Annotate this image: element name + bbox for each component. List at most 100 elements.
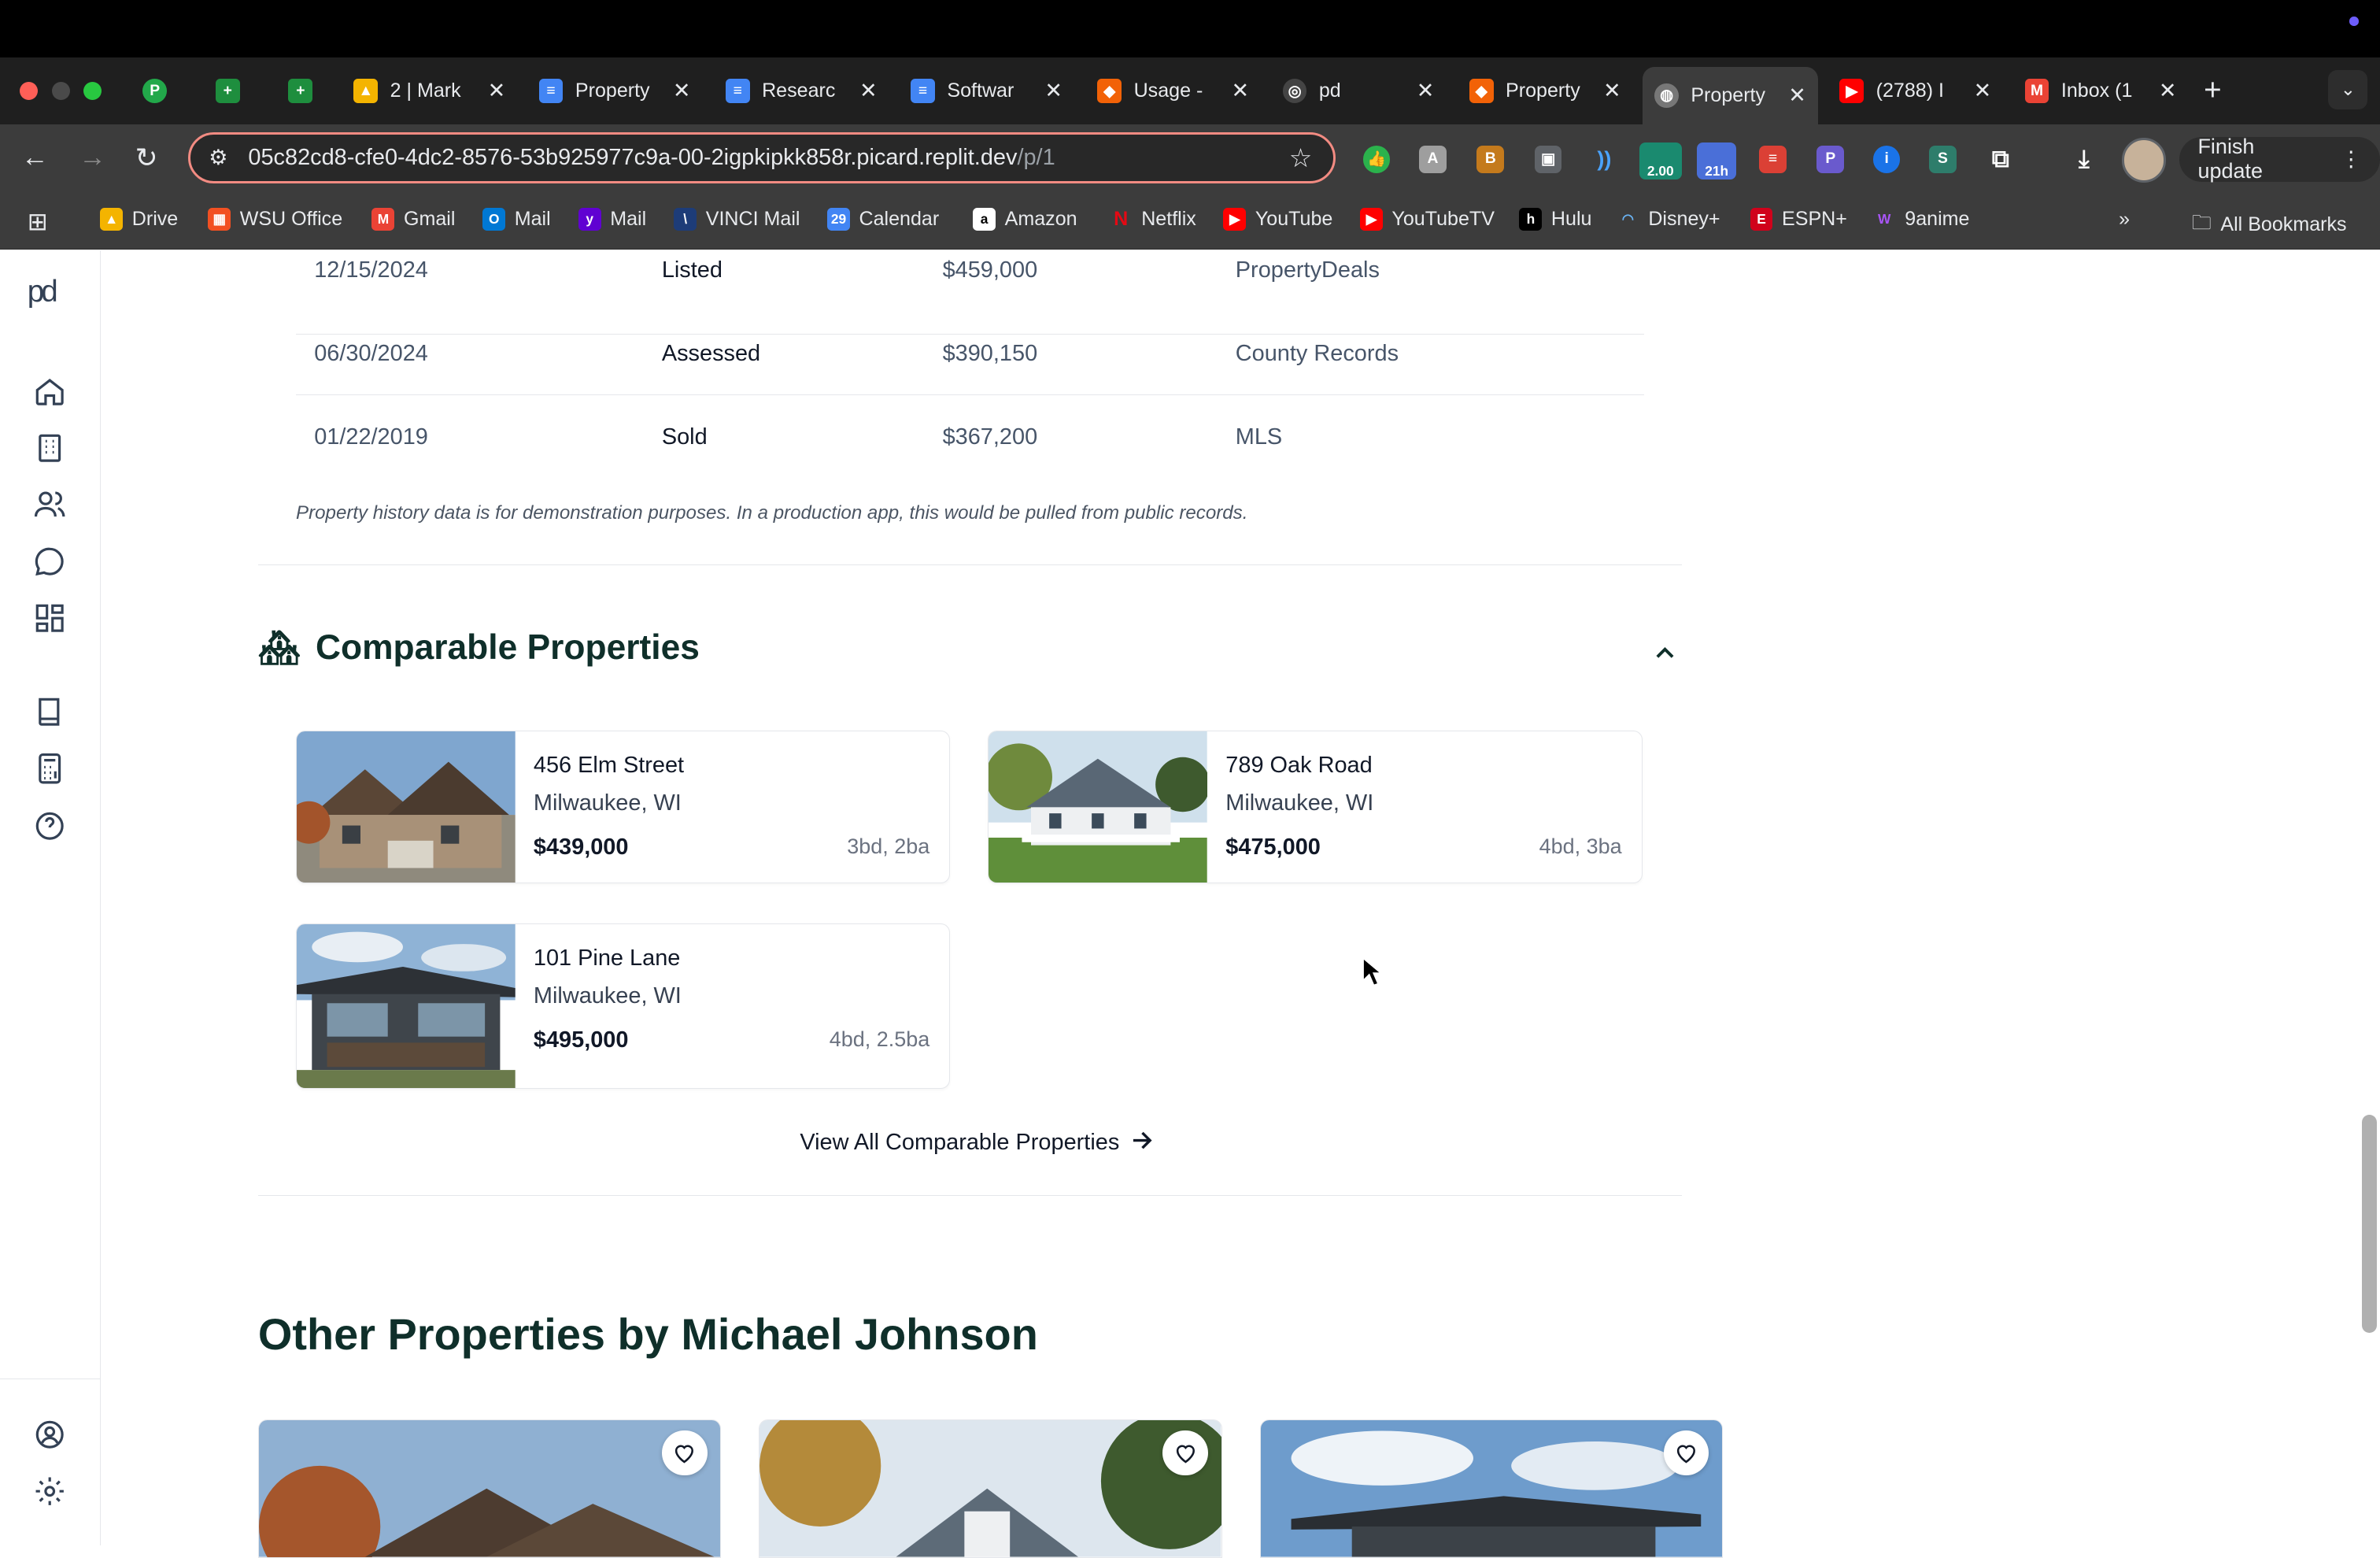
bookmark-star-icon[interactable]: ☆ [1289, 143, 1312, 173]
users-icon[interactable] [33, 487, 66, 520]
apps-grid-icon[interactable]: ⊞ [28, 208, 48, 236]
close-tab-icon[interactable]: ✕ [488, 79, 506, 103]
drive-icon: ▲ [353, 79, 379, 104]
home-icon[interactable] [33, 375, 66, 408]
comparable-card[interactable]: 456 Elm Street Milwaukee, WI $439,000 3b… [296, 730, 951, 884]
building-icon[interactable] [33, 431, 66, 464]
close-tab-icon[interactable]: ✕ [1603, 79, 1621, 103]
forward-icon[interactable]: → [79, 142, 106, 173]
tab-search-icon[interactable]: ⌄ [2328, 69, 2368, 109]
browser-tab[interactable]: ◎ pd ✕ [1270, 70, 1447, 113]
bookmark-item[interactable]: \ VINCI Mail [674, 208, 800, 231]
browser-tab[interactable]: ◆ Usage - ✕ [1085, 70, 1262, 113]
collapse-chevron-icon[interactable] [1654, 641, 1676, 665]
bookmark-item[interactable]: 29 Calendar [827, 208, 939, 231]
browser-tab[interactable]: ▲ 2 | Mark ✕ [342, 70, 518, 113]
site-info-icon[interactable]: ⚙ [209, 146, 239, 170]
extension-screens-icon[interactable]: ▣ [1534, 146, 1562, 173]
close-tab-icon[interactable]: ✕ [673, 79, 691, 103]
yahoo-icon: y [578, 208, 601, 231]
download-icon[interactable]: ⤓ [2070, 145, 2097, 173]
bookmark-item[interactable]: M Gmail [371, 208, 455, 231]
todoist-icon[interactable]: ≡ [1759, 146, 1787, 173]
bookmark-item[interactable]: h Hulu [1519, 208, 1591, 231]
browser-tab[interactable]: ≡ Property ✕ [527, 70, 703, 113]
bookmark-item[interactable]: E ESPN+ [1750, 208, 1847, 231]
finish-update-button[interactable]: Finish update ⋮ [2179, 135, 2380, 183]
book-icon[interactable] [33, 695, 66, 728]
bookmark-item[interactable]: y Mail [578, 208, 646, 231]
close-tab-icon[interactable]: ✕ [2159, 79, 2177, 103]
extension-icon[interactable]: P [1816, 146, 1845, 173]
browser-tab[interactable]: P [131, 70, 191, 113]
extension-wave-icon[interactable]: )) [1591, 146, 1618, 173]
close-tab-icon[interactable]: ✕ [1788, 83, 1806, 108]
browser-tab[interactable]: ▶ (2788) I ✕ [1828, 70, 2004, 113]
comparable-card[interactable]: 101 Pine Lane Milwaukee, WI $495,000 4bd… [296, 923, 951, 1089]
close-tab-icon[interactable]: ✕ [1417, 79, 1435, 103]
extension-icon[interactable]: S [1929, 146, 1957, 173]
extension-timer-icon[interactable]: 21h [1697, 142, 1737, 179]
more-bookmarks-icon[interactable]: » [2119, 208, 2130, 231]
browser-tab-active[interactable]: ◍ Property ✕ [1642, 66, 1819, 125]
comparables-header[interactable]: 🏘 Comparable Properties [258, 628, 700, 668]
dashboard-icon[interactable] [33, 601, 66, 635]
extension-icon[interactable]: B [1476, 146, 1505, 173]
office-icon: ▦ [208, 208, 231, 231]
profile-avatar[interactable] [2122, 138, 2167, 183]
close-tab-icon[interactable]: ✕ [1044, 79, 1062, 103]
calculator-icon[interactable] [33, 752, 66, 785]
bookmark-item[interactable]: N Netflix [1110, 208, 1196, 231]
sheets-icon: + [215, 79, 240, 104]
history-row: 01/22/2019 Sold $367,200 MLS [314, 424, 1283, 450]
mouse-cursor-icon [1362, 956, 1384, 994]
property-card[interactable] [257, 1419, 722, 1558]
browser-tab[interactable]: + [203, 70, 264, 113]
extension-info-icon[interactable]: i [1872, 146, 1901, 173]
browser-tab[interactable]: M Inbox (1 ✕ [2012, 70, 2189, 113]
replit-icon: ◆ [1097, 79, 1122, 104]
close-tab-icon[interactable]: ✕ [859, 79, 878, 103]
extension-icon[interactable]: A [1419, 146, 1447, 173]
browser-tab[interactable]: ≡ Softwar ✕ [899, 70, 1075, 113]
browser-tab[interactable]: + [276, 70, 337, 113]
youtube-icon: ▶ [1223, 208, 1247, 231]
page-scrollbar[interactable] [2361, 1114, 2378, 1334]
bookmark-item[interactable]: ▶ YouTubeTV [1359, 208, 1495, 231]
bookmark-item[interactable]: W 9anime [1873, 208, 1969, 231]
all-bookmarks-button[interactable]: 🗀 All Bookmarks [2192, 208, 2347, 242]
replit-icon: ◆ [1469, 79, 1494, 104]
extensions-puzzle-icon[interactable]: ⧉ [1986, 145, 2014, 173]
property-card[interactable] [759, 1419, 1222, 1558]
address-bar[interactable]: ⚙ 05c82cd8-cfe0-4dc2-8576-53b925977c9a-0… [188, 131, 1336, 184]
bookmark-item[interactable]: ◠ Disney+ [1617, 208, 1720, 231]
bookmark-item[interactable]: O Mail [482, 208, 551, 231]
property-photo [297, 923, 516, 1088]
close-tab-icon[interactable]: ✕ [1974, 79, 1992, 103]
amazon-icon: a [973, 208, 996, 231]
settings-gear-icon[interactable] [33, 1475, 66, 1508]
property-card[interactable] [1259, 1419, 1723, 1558]
favorite-heart-icon[interactable] [661, 1430, 708, 1476]
browser-tab[interactable]: ◆ Property ✕ [1457, 70, 1633, 113]
more-menu-icon[interactable]: ⋮ [2341, 147, 2362, 172]
extension-thumb-icon[interactable]: 👍 [1362, 146, 1391, 173]
back-icon[interactable]: ← [21, 142, 49, 173]
bookmark-item[interactable]: ▲ Drive [100, 208, 178, 231]
new-tab-icon[interactable]: + [2204, 73, 2222, 108]
bookmark-item[interactable]: a Amazon [973, 208, 1077, 231]
bookmark-item[interactable]: ▦ WSU Office [208, 208, 342, 231]
comparable-card[interactable]: 789 Oak Road Milwaukee, WI $475,000 4bd,… [988, 730, 1643, 884]
chat-icon[interactable] [33, 545, 66, 578]
app-logo[interactable]: pd [28, 275, 58, 309]
reload-icon[interactable]: ↻ [135, 142, 158, 174]
account-icon[interactable] [33, 1418, 66, 1451]
browser-tab[interactable]: ≡ Researc ✕ [713, 70, 889, 113]
favorite-heart-icon[interactable] [1162, 1430, 1209, 1476]
minimize-window-icon[interactable] [51, 82, 70, 101]
close-tab-icon[interactable]: ✕ [1232, 79, 1250, 103]
view-all-comparables-link[interactable]: View All Comparable Properties [800, 1130, 1152, 1156]
bookmark-item[interactable]: ▶ YouTube [1223, 208, 1332, 231]
extension-speed-icon[interactable]: 2.00 [1639, 142, 1682, 179]
help-icon[interactable] [33, 809, 66, 842]
